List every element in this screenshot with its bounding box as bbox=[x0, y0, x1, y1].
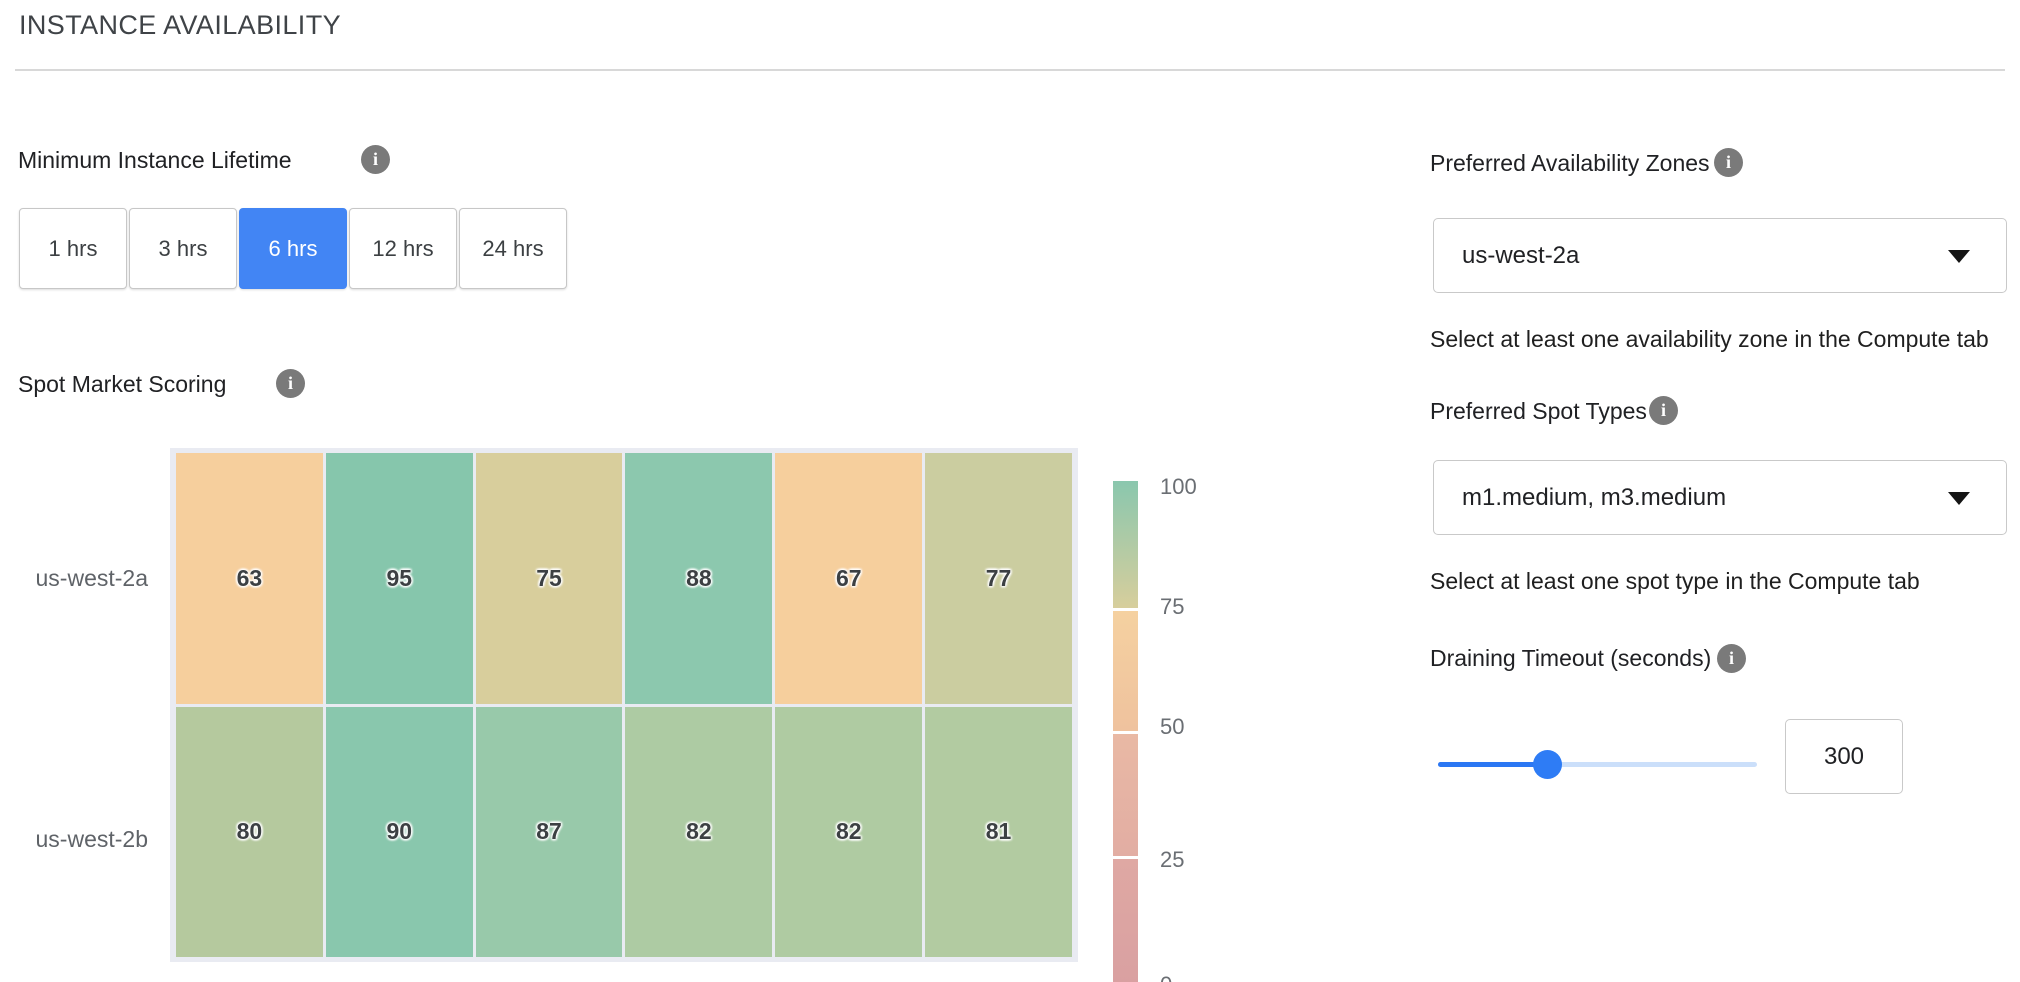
page-title: INSTANCE AVAILABILITY bbox=[19, 10, 341, 41]
heatmap-cell-value: 87 bbox=[536, 818, 562, 845]
heatmap-cell-value: 63 bbox=[237, 565, 263, 592]
heatmap-cell[interactable]: 75 bbox=[476, 453, 623, 704]
heatmap-cell[interactable]: 88 bbox=[625, 453, 772, 704]
heatmap-cells: 63 95 75 88 67 77 80 90 87 82 82 81 bbox=[176, 453, 1072, 957]
legend-tick-label: 100 bbox=[1160, 474, 1230, 500]
heatmap-cell[interactable]: 95 bbox=[326, 453, 473, 704]
heatmap-row-label: us-west-2a bbox=[18, 565, 148, 592]
spot-scoring-heatmap: 63 95 75 88 67 77 80 90 87 82 82 81 bbox=[170, 448, 1078, 962]
draining-timeout-slider-track[interactable] bbox=[1438, 762, 1757, 767]
heatmap-cell[interactable]: 63 bbox=[176, 453, 323, 704]
heatmap-cell-value: 95 bbox=[386, 565, 412, 592]
info-icon[interactable]: i bbox=[1649, 396, 1678, 425]
heatmap-cell-value: 81 bbox=[986, 818, 1012, 845]
lifetime-option-12-hrs[interactable]: 12 hrs bbox=[349, 208, 457, 289]
legend-gradient-segment bbox=[1113, 611, 1138, 731]
caret-down-icon bbox=[1948, 492, 1970, 505]
az-select-value: us-west-2a bbox=[1462, 219, 1579, 292]
legend-tick-label: 50 bbox=[1160, 714, 1230, 740]
lifetime-option-24-hrs[interactable]: 24 hrs bbox=[459, 208, 567, 289]
caret-down-icon bbox=[1948, 250, 1970, 263]
az-helper-text: Select at least one availability zone in… bbox=[1430, 326, 1989, 353]
spot-types-helper-text: Select at least one spot type in the Com… bbox=[1430, 568, 1920, 595]
info-icon[interactable]: i bbox=[361, 145, 390, 174]
heatmap-cell[interactable]: 67 bbox=[775, 453, 922, 704]
legend-tick-label: 0 bbox=[1160, 972, 1230, 982]
draining-timeout-slider-thumb[interactable] bbox=[1533, 750, 1562, 779]
spot-types-label: Preferred Spot Types bbox=[1430, 398, 1647, 425]
legend-gradient-segment bbox=[1113, 859, 1138, 982]
lifetime-button-group: 1 hrs3 hrs6 hrs12 hrs24 hrs bbox=[19, 208, 567, 289]
heatmap-cell[interactable]: 87 bbox=[476, 707, 623, 958]
spot-types-select-value: m1.medium, m3.medium bbox=[1462, 461, 1726, 534]
heatmap-cell-value: 80 bbox=[237, 818, 263, 845]
info-icon[interactable]: i bbox=[276, 369, 305, 398]
info-icon[interactable]: i bbox=[1717, 644, 1746, 673]
draining-timeout-input[interactable] bbox=[1785, 719, 1903, 794]
draining-timeout-label: Draining Timeout (seconds) bbox=[1430, 645, 1711, 672]
spot-scoring-label: Spot Market Scoring bbox=[18, 371, 226, 398]
az-label: Preferred Availability Zones bbox=[1430, 150, 1710, 177]
lifetime-option-6-hrs[interactable]: 6 hrs bbox=[239, 208, 347, 289]
heatmap-cell-value: 90 bbox=[386, 818, 412, 845]
legend-gradient-segment bbox=[1113, 734, 1138, 856]
heatmap-cell[interactable]: 82 bbox=[775, 707, 922, 958]
heatmap-cell[interactable]: 90 bbox=[326, 707, 473, 958]
legend-gradient-segment bbox=[1113, 481, 1138, 608]
heatmap-cell-value: 82 bbox=[836, 818, 862, 845]
heatmap-cell[interactable]: 77 bbox=[925, 453, 1072, 704]
heatmap-cell[interactable]: 81 bbox=[925, 707, 1072, 958]
legend-tick-label: 25 bbox=[1160, 847, 1230, 873]
legend-tick-label: 75 bbox=[1160, 594, 1230, 620]
heatmap-cell-value: 67 bbox=[836, 565, 862, 592]
heatmap-cell-value: 75 bbox=[536, 565, 562, 592]
title-divider bbox=[15, 69, 2005, 71]
slider-fill bbox=[1438, 762, 1548, 767]
heatmap-legend-bar bbox=[1113, 481, 1138, 982]
lifetime-option-3-hrs[interactable]: 3 hrs bbox=[129, 208, 237, 289]
heatmap-cell[interactable]: 82 bbox=[625, 707, 772, 958]
spot-types-select[interactable]: m1.medium, m3.medium bbox=[1433, 460, 2007, 535]
heatmap-cell[interactable]: 80 bbox=[176, 707, 323, 958]
heatmap-cell-value: 88 bbox=[686, 565, 712, 592]
az-select[interactable]: us-west-2a bbox=[1433, 218, 2007, 293]
info-icon[interactable]: i bbox=[1714, 148, 1743, 177]
lifetime-option-1-hrs[interactable]: 1 hrs bbox=[19, 208, 127, 289]
heatmap-cell-value: 82 bbox=[686, 818, 712, 845]
heatmap-row-label: us-west-2b bbox=[18, 826, 148, 853]
instance-availability-panel: INSTANCE AVAILABILITY Minimum Instance L… bbox=[0, 0, 2020, 982]
lifetime-label: Minimum Instance Lifetime bbox=[18, 147, 292, 174]
heatmap-cell-value: 77 bbox=[986, 565, 1012, 592]
